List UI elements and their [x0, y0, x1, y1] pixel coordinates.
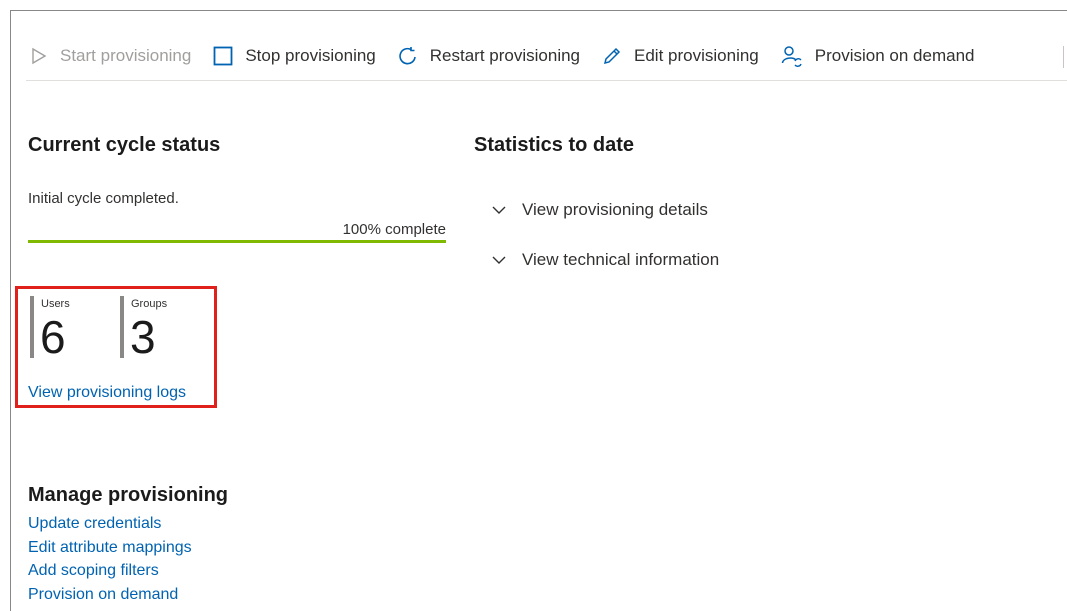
chevron-down-icon — [492, 256, 506, 264]
chevron-down-icon — [492, 206, 506, 214]
provision-on-demand-link[interactable]: Provision on demand — [28, 583, 192, 607]
view-provisioning-details-expander[interactable]: View provisioning details — [492, 200, 708, 220]
statistics-heading: Statistics to date — [474, 134, 635, 156]
cycle-status-message: Initial cycle completed. — [28, 190, 179, 207]
users-stat-count: 6 — [40, 311, 66, 363]
pencil-icon — [603, 47, 621, 65]
command-toolbar: Start provisioning Stop provisioning Res… — [30, 36, 996, 76]
start-provisioning-label: Start provisioning — [60, 46, 192, 65]
cycle-status-heading: Current cycle status — [28, 134, 221, 156]
restart-icon — [399, 47, 416, 65]
stop-square-icon — [213, 46, 233, 66]
edit-provisioning-label: Edit provisioning — [634, 46, 759, 65]
toolbar-separator — [26, 80, 1067, 81]
update-credentials-link[interactable]: Update credentials — [28, 512, 192, 536]
stop-provisioning-button[interactable]: Stop provisioning — [213, 46, 376, 66]
view-provisioning-details-label: View provisioning details — [522, 200, 708, 219]
manage-provisioning-heading: Manage provisioning — [28, 484, 229, 506]
groups-stat-label: Groups — [131, 298, 168, 310]
view-technical-information-label: View technical information — [522, 250, 720, 269]
provision-on-demand-label: Provision on demand — [814, 46, 975, 65]
groups-stat-count: 3 — [130, 311, 156, 363]
view-provisioning-logs-link[interactable]: View provisioning logs — [28, 384, 186, 402]
stop-provisioning-label: Stop provisioning — [245, 46, 376, 65]
play-icon — [32, 47, 47, 65]
progress-label: 100% complete — [342, 221, 446, 238]
view-technical-information-expander[interactable]: View technical information — [492, 250, 719, 270]
provision-on-demand-button[interactable]: Provision on demand — [781, 45, 975, 67]
groups-stat-bar — [120, 296, 124, 358]
toolbar-divider — [1063, 46, 1064, 68]
start-provisioning-button[interactable]: Start provisioning — [30, 46, 191, 66]
user-sync-icon — [781, 46, 802, 67]
manage-provisioning-links: Update credentials Edit attribute mappin… — [28, 512, 192, 606]
restart-provisioning-label: Restart provisioning — [429, 46, 581, 65]
users-stat-bar — [30, 296, 34, 358]
edit-attribute-mappings-link[interactable]: Edit attribute mappings — [28, 536, 192, 560]
restart-provisioning-button[interactable]: Restart provisioning — [398, 46, 580, 66]
progress-fill — [28, 240, 446, 243]
users-stat-label: Users — [41, 298, 70, 310]
progress-bar — [28, 240, 446, 243]
edit-provisioning-button[interactable]: Edit provisioning — [602, 46, 759, 66]
add-scoping-filters-link[interactable]: Add scoping filters — [28, 559, 192, 583]
